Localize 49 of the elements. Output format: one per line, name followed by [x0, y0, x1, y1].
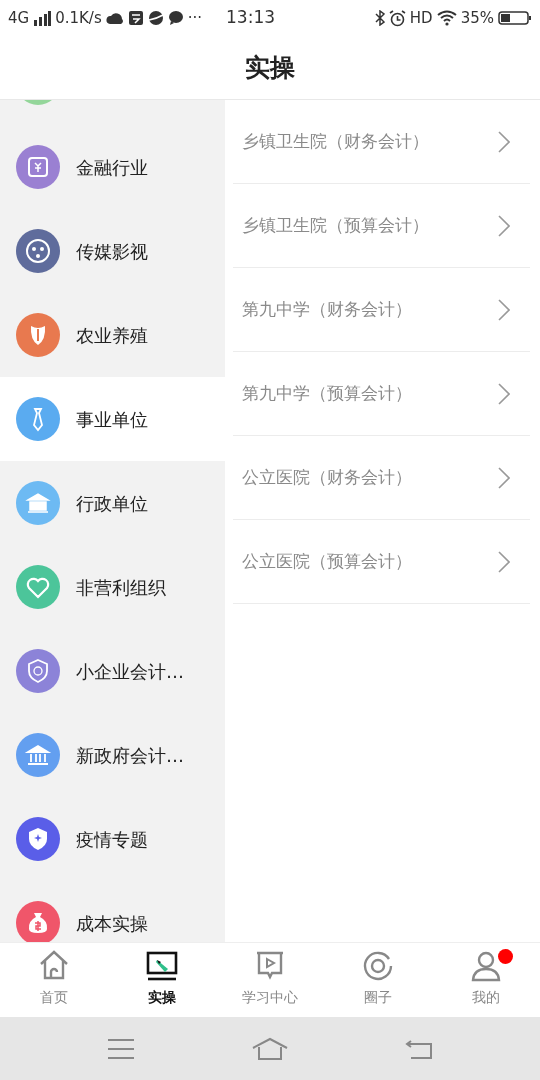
category-item[interactable]: 非营利组织	[0, 545, 225, 629]
course-list-item[interactable]: 第九中学（财务会计）	[233, 268, 530, 352]
course-list-item[interactable]: 乡镇卫生院（预算会计）	[233, 184, 530, 268]
chevron-right-icon	[498, 550, 510, 573]
category-item[interactable]: 新政府会计…	[0, 713, 225, 797]
home-icon[interactable]	[252, 1036, 288, 1061]
menu-icon[interactable]	[106, 1037, 135, 1060]
battery-icon	[498, 10, 532, 26]
back-icon[interactable]	[405, 1037, 434, 1060]
chevron-right-icon	[498, 382, 510, 405]
category-item[interactable]: 农业养殖	[0, 293, 225, 377]
category-item[interactable]: 小企业会计…	[0, 629, 225, 713]
course-list-item[interactable]: 第九中学（预算会计）	[233, 352, 530, 436]
course-list-item[interactable]: 公立医院（财务会计）	[233, 436, 530, 520]
tab-bar-item[interactable]: 学习中心	[216, 943, 324, 1017]
category-item[interactable]: 金融行业	[0, 125, 225, 209]
network-type: 4G	[8, 7, 30, 29]
hd-indicator: HD	[409, 7, 433, 29]
network-speed: 0.1K/s	[55, 7, 102, 29]
monitor-icon[interactable]	[145, 949, 179, 983]
chevron-right-icon	[498, 298, 510, 321]
category-item[interactable]: 成本实操	[0, 881, 225, 942]
alarm-icon	[388, 9, 406, 27]
category-item[interactable]: 传媒影视	[0, 209, 225, 293]
wifi-icon	[436, 10, 457, 26]
circle-icon[interactable]	[361, 949, 395, 983]
app-icon	[127, 10, 144, 26]
clock: 13:13	[226, 6, 276, 30]
category-item[interactable]: 事业单位	[0, 377, 225, 461]
chevron-right-icon	[498, 130, 510, 153]
course-list-item[interactable]: 公立医院（预算会计）	[233, 520, 530, 604]
person-icon[interactable]	[469, 949, 503, 983]
planet-icon	[147, 10, 164, 26]
chevron-right-icon	[498, 214, 510, 237]
tab-bar-item[interactable]: 实操	[108, 943, 216, 1017]
more-notifications: ···	[187, 7, 203, 29]
tab-bar-item[interactable]: 圈子	[324, 943, 432, 1017]
course-list-item[interactable]: 乡镇卫生院（财务会计）	[233, 100, 530, 184]
battery-percent: 35%	[460, 7, 494, 29]
category-item[interactable]: 疫情专题	[0, 797, 225, 881]
signal-icon	[33, 10, 52, 26]
tab-bar-item[interactable]: 首页	[0, 943, 108, 1017]
chevron-right-icon	[498, 466, 510, 489]
page-title: 实操	[245, 51, 295, 84]
chat-icon	[167, 10, 184, 26]
bluetooth-icon	[374, 10, 385, 26]
tab-bar-item[interactable]: 我的	[432, 943, 540, 1017]
category-item[interactable]: 行政单位	[0, 461, 225, 545]
cloud-icon	[105, 10, 124, 26]
